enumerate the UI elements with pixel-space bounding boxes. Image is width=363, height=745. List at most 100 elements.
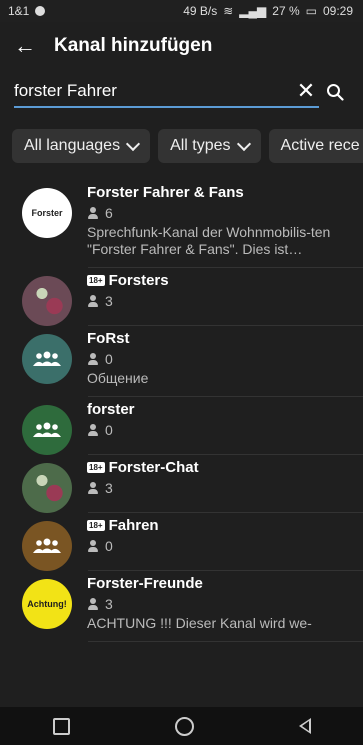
channel-name: Fahren: [108, 517, 159, 534]
filter-activity-chip[interactable]: Active rece: [268, 129, 363, 163]
filter-language-chip[interactable]: All languages: [12, 129, 151, 163]
status-bar: 1&1 49 B/s ≋ ▂▄▆ 27 % ▭ 09:29: [0, 0, 363, 22]
member-count-row: 0: [87, 422, 363, 438]
member-count: 0: [105, 351, 113, 367]
channel-list-item[interactable]: 18+ Forster-Chat 3: [0, 455, 363, 513]
channel-name: Forsters: [108, 272, 169, 289]
channel-avatar: [22, 276, 72, 326]
member-count: 3: [105, 596, 113, 612]
channel-description: Общение: [87, 370, 149, 386]
group-icon: [33, 538, 61, 553]
channel-name-row: 18+ Forster-Chat: [87, 459, 363, 476]
wifi-icon: ≋: [223, 4, 234, 18]
channel-info: 18+ Forster-Chat 3: [87, 459, 363, 513]
channel-list-item[interactable]: Forster Forster Fahrer & Fans 6 Sprechfunk-…: [0, 180, 363, 268]
adult-badge-icon: 18+: [87, 462, 105, 473]
person-icon: [87, 598, 99, 610]
channel-list-item[interactable]: 18+ Forsters 3: [0, 268, 363, 326]
channel-avatar: [22, 405, 72, 455]
channel-avatar: [22, 334, 72, 384]
channel-info: Forster-Freunde 3 ACHTUNG !!! Dieser Kanal…: [87, 575, 363, 642]
channel-list: Forster Forster Fahrer & Fans 6 Sprechfunk-…: [0, 180, 363, 642]
page-title: Kanal hinzufügen: [54, 35, 213, 56]
search-input[interactable]: [14, 81, 293, 101]
adult-badge-icon: 18+: [87, 275, 105, 286]
channel-info: 18+ Fahren 0: [87, 517, 363, 571]
channel-list-item[interactable]: Achtung! Forster-Freunde 3 ACHTUNG !!! Dies…: [0, 571, 363, 642]
filter-activity-label: Active rece: [280, 137, 360, 154]
member-count-row: 3: [87, 480, 363, 496]
channel-name-row: Forster-Freunde: [87, 575, 363, 592]
clear-icon[interactable]: ✕: [293, 78, 319, 104]
channel-name: FoRst: [87, 330, 130, 347]
channel-info: forster 0: [87, 401, 363, 455]
channel-name-row: 18+ Forsters: [87, 272, 363, 289]
signal-icon: ▂▄▆: [239, 4, 267, 18]
member-count: 6: [105, 205, 113, 221]
search-field: ✕: [14, 76, 319, 108]
channel-list-item[interactable]: forster 0: [0, 397, 363, 455]
channel-name: Forster-Chat: [108, 459, 199, 476]
channel-info: Forster Fahrer & Fans 6 Sprechfunk-Kanal d…: [87, 184, 363, 268]
filter-chips: All languages All types Active rece: [0, 114, 363, 168]
clock: 09:29: [322, 4, 353, 18]
person-icon: [87, 424, 99, 436]
adult-badge-icon: 18+: [87, 520, 105, 531]
channel-name-row: Forster Fahrer & Fans: [87, 184, 363, 201]
app-bar: ← Kanal hinzufügen: [0, 22, 363, 70]
battery-icon: ▭: [305, 4, 317, 18]
search-icon[interactable]: [319, 83, 351, 101]
filter-type-chip[interactable]: All types: [158, 129, 261, 163]
group-icon: [33, 422, 61, 437]
member-count: 0: [105, 422, 113, 438]
member-count: 3: [105, 480, 113, 496]
system-nav-bar: [0, 707, 363, 745]
channel-description: Sprechfunk-Kanal der Wohnmobilis-ten "Fo…: [87, 224, 331, 257]
member-count-row: 3: [87, 596, 363, 612]
chevron-down-icon: [236, 136, 251, 151]
chevron-down-icon: [126, 136, 141, 151]
channel-name: forster: [87, 401, 135, 418]
channel-photo-icon: [22, 463, 72, 513]
member-count-row: 6: [87, 205, 363, 221]
channel-name-row: forster: [87, 401, 363, 418]
member-count-row: 0: [87, 538, 363, 554]
channel-photo-icon: [22, 276, 72, 326]
member-count-row: 0: [87, 351, 363, 367]
filter-language-label: All languages: [24, 137, 121, 154]
channel-list-item[interactable]: FoRst 0 Общение: [0, 326, 363, 397]
channel-name-row: 18+ Fahren: [87, 517, 363, 534]
channel-list-item[interactable]: 18+ Fahren 0: [0, 513, 363, 571]
channel-logo: Achtung!: [27, 599, 67, 609]
channel-name-row: FoRst: [87, 330, 363, 347]
back-arrow-icon[interactable]: ←: [14, 35, 36, 57]
channel-description: ACHTUNG !!! Dieser Kanal wird we-: [87, 615, 312, 631]
channel-avatar: [22, 463, 72, 513]
person-icon: [87, 482, 99, 494]
channel-name: Forster-Freunde: [87, 575, 203, 592]
channel-avatar: Achtung!: [22, 579, 72, 629]
member-count: 3: [105, 293, 113, 309]
channel-avatar: [22, 521, 72, 571]
home-icon[interactable]: [174, 716, 194, 736]
group-icon: [33, 351, 61, 366]
carrier-label: 1&1: [8, 4, 30, 18]
search-row: ✕: [0, 70, 363, 114]
channel-name: Forster Fahrer & Fans: [87, 184, 244, 201]
channel-logo: Forster: [31, 208, 63, 218]
battery-percent: 27 %: [272, 4, 300, 18]
person-icon: [87, 207, 99, 219]
channel-info: 18+ Forsters 3: [87, 272, 363, 326]
network-speed: 49 B/s: [183, 4, 218, 18]
channel-avatar: Forster: [22, 188, 72, 238]
notification-icon: [35, 6, 46, 16]
channel-info: FoRst 0 Общение: [87, 330, 363, 397]
nav-back-icon[interactable]: [298, 718, 311, 734]
person-icon: [87, 353, 99, 365]
divider: [88, 641, 363, 642]
person-icon: [87, 540, 99, 552]
filter-type-label: All types: [170, 137, 231, 154]
recents-icon[interactable]: [52, 717, 70, 735]
member-count-row: 3: [87, 293, 363, 309]
person-icon: [87, 295, 99, 307]
